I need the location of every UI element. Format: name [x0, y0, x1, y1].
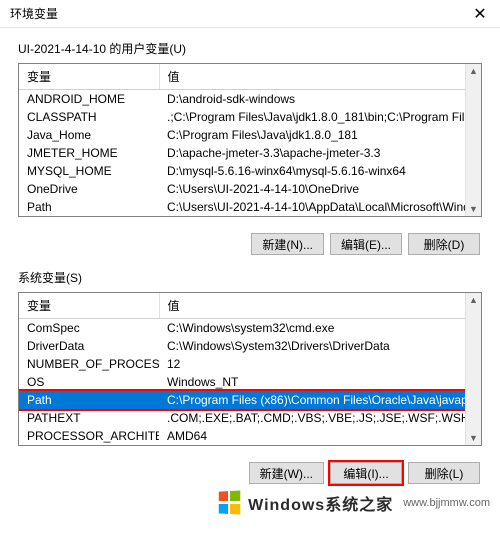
table-row[interactable]: Java_HomeC:\Program Files\Java\jdk1.8.0_… — [19, 126, 465, 144]
close-icon: ✕ — [473, 4, 486, 24]
var-value-cell: .;C:\Program Files\Java\jdk1.8.0_181\bin… — [159, 108, 465, 126]
user-vars-label: UI-2021-4-14-10 的用户变量(U) — [18, 40, 482, 57]
var-value-cell: .COM;.EXE;.BAT;.CMD;.VBS;.VBE;.JS;.JSE;.… — [159, 409, 465, 427]
var-name-cell: ComSpec — [19, 319, 159, 338]
scroll-up-icon: ▲ — [469, 293, 478, 307]
var-value-cell: D:\apache-jmeter-3.3\apache-jmeter-3.3 — [159, 144, 465, 162]
var-value-cell: C:\Users\UI-2021-4-14-10\AppData\Local\M… — [159, 198, 465, 216]
var-name-cell: Path — [19, 198, 159, 216]
table-row[interactable]: ANDROID_HOMED:\android-sdk-windows — [19, 90, 465, 109]
table-row[interactable]: PathC:\Program Files (x86)\Common Files\… — [19, 391, 465, 409]
user-col-value[interactable]: 值 — [159, 64, 465, 90]
system-vars-table[interactable]: 变量 值 ComSpecC:\Windows\system32\cmd.exeD… — [19, 293, 465, 445]
table-row[interactable]: MYSQL_HOMED:\mysql-5.6.16-winx64\mysql-5… — [19, 162, 465, 180]
scroll-down-icon: ▼ — [469, 202, 478, 216]
table-row[interactable]: OSWindows_NT — [19, 373, 465, 391]
var-name-cell: JMETER_HOME — [19, 144, 159, 162]
var-value-cell: C:\Program Files\Java\jdk1.8.0_181 — [159, 126, 465, 144]
table-row[interactable]: PROCESSOR_ARCHITECT...AMD64 — [19, 427, 465, 445]
system-col-name[interactable]: 变量 — [19, 293, 159, 319]
var-value-cell: AMD64 — [159, 427, 465, 445]
system-scrollbar[interactable]: ▲ ▼ — [465, 293, 481, 445]
user-col-name[interactable]: 变量 — [19, 64, 159, 90]
var-name-cell: ANDROID_HOME — [19, 90, 159, 109]
var-value-cell: Windows_NT — [159, 373, 465, 391]
system-vars-label: 系统变量(S) — [18, 269, 482, 286]
table-row[interactable]: PATHEXT.COM;.EXE;.BAT;.CMD;.VBS;.VBE;.JS… — [19, 409, 465, 427]
var-name-cell: Java_Home — [19, 126, 159, 144]
var-name-cell: DriverData — [19, 337, 159, 355]
var-value-cell: C:\Program Files (x86)\Common Files\Orac… — [159, 391, 465, 409]
table-row[interactable]: NUMBER_OF_PROCESSORS12 — [19, 355, 465, 373]
windows-logo-icon — [219, 490, 243, 515]
system-delete-button[interactable]: 删除(L) — [408, 462, 480, 484]
table-row[interactable]: CLASSPATH.;C:\Program Files\Java\jdk1.8.… — [19, 108, 465, 126]
var-value-cell: D:\android-sdk-windows — [159, 90, 465, 109]
system-edit-button[interactable]: 编辑(I)... — [330, 462, 402, 484]
var-name-cell: MYSQL_HOME — [19, 162, 159, 180]
scroll-up-icon: ▲ — [469, 64, 478, 78]
system-vars-table-wrap: 变量 值 ComSpecC:\Windows\system32\cmd.exeD… — [18, 292, 482, 446]
dialog-body: UI-2021-4-14-10 的用户变量(U) 变量 值 ANDROID_HO… — [0, 28, 500, 548]
table-row[interactable]: PathC:\Users\UI-2021-4-14-10\AppData\Loc… — [19, 198, 465, 216]
var-value-cell: C:\Windows\System32\Drivers\DriverData — [159, 337, 465, 355]
var-name-cell: PROCESSOR_ARCHITECT... — [19, 427, 159, 445]
var-name-cell: PATHEXT — [19, 409, 159, 427]
close-button[interactable]: ✕ — [460, 0, 500, 28]
watermark-text: Windows系统之家 — [248, 491, 393, 515]
var-value-cell: C:\Users\UI-2021-4-14-10\OneDrive — [159, 180, 465, 198]
table-row[interactable]: JMETER_HOMED:\apache-jmeter-3.3\apache-j… — [19, 144, 465, 162]
table-row[interactable]: DriverDataC:\Windows\System32\Drivers\Dr… — [19, 337, 465, 355]
user-vars-table[interactable]: 变量 值 ANDROID_HOMED:\android-sdk-windowsC… — [19, 64, 465, 216]
titlebar: 环境变量 ✕ — [0, 0, 500, 28]
var-name-cell: OneDrive — [19, 180, 159, 198]
user-scrollbar[interactable]: ▲ ▼ — [465, 64, 481, 216]
var-name-cell: CLASSPATH — [19, 108, 159, 126]
system-col-value[interactable]: 值 — [159, 293, 465, 319]
var-name-cell: NUMBER_OF_PROCESSORS — [19, 355, 159, 373]
user-delete-button[interactable]: 删除(D) — [408, 233, 480, 255]
table-row[interactable]: OneDriveC:\Users\UI-2021-4-14-10\OneDriv… — [19, 180, 465, 198]
watermark: Windows系统之家 www.bjjmmw.com — [0, 485, 500, 521]
user-vars-table-wrap: 变量 值 ANDROID_HOMED:\android-sdk-windowsC… — [18, 63, 482, 217]
user-new-button[interactable]: 新建(N)... — [251, 233, 324, 255]
table-row[interactable]: ComSpecC:\Windows\system32\cmd.exe — [19, 319, 465, 338]
user-button-row: 新建(N)... 编辑(E)... 删除(D) — [18, 227, 482, 269]
var-name-cell: OS — [19, 373, 159, 391]
watermark-url: www.bjjmmw.com — [403, 497, 490, 509]
var-value-cell: 12 — [159, 355, 465, 373]
user-edit-button[interactable]: 编辑(E)... — [330, 233, 402, 255]
var-value-cell: C:\Windows\system32\cmd.exe — [159, 319, 465, 338]
var-name-cell: Path — [19, 391, 159, 409]
system-new-button[interactable]: 新建(W)... — [249, 462, 324, 484]
window-title: 环境变量 — [10, 5, 58, 22]
scroll-down-icon: ▼ — [469, 431, 478, 445]
var-value-cell: D:\mysql-5.6.16-winx64\mysql-5.6.16-winx… — [159, 162, 465, 180]
